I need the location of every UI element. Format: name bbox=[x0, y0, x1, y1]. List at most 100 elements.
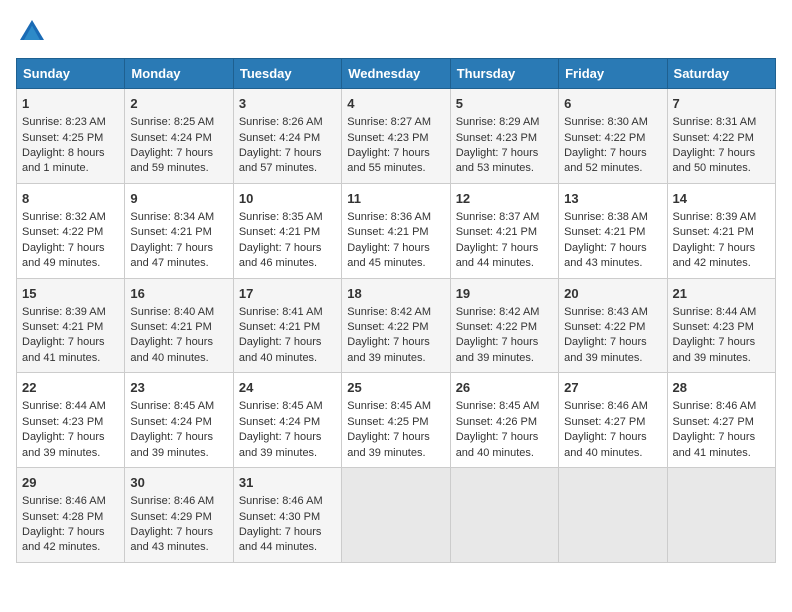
day-info-line: Sunrise: 8:45 AM bbox=[347, 399, 444, 414]
calendar-cell: 17Sunrise: 8:41 AMSunset: 4:21 PMDayligh… bbox=[233, 278, 341, 373]
day-info-line: Daylight: 7 hours bbox=[130, 525, 227, 540]
calendar-cell: 19Sunrise: 8:42 AMSunset: 4:22 PMDayligh… bbox=[450, 278, 558, 373]
day-info-line: Sunrise: 8:42 AM bbox=[347, 305, 444, 320]
calendar-cell: 2Sunrise: 8:25 AMSunset: 4:24 PMDaylight… bbox=[125, 89, 233, 184]
day-number: 10 bbox=[239, 190, 336, 208]
day-number: 3 bbox=[239, 95, 336, 113]
day-info-line: Daylight: 7 hours bbox=[130, 430, 227, 445]
day-info-line: Sunset: 4:24 PM bbox=[130, 131, 227, 146]
day-info-line: Sunset: 4:30 PM bbox=[239, 510, 336, 525]
day-info-line: Sunrise: 8:46 AM bbox=[673, 399, 770, 414]
day-info-line: Sunset: 4:23 PM bbox=[456, 131, 553, 146]
day-info-line: Sunset: 4:21 PM bbox=[456, 225, 553, 240]
calendar-week-4: 22Sunrise: 8:44 AMSunset: 4:23 PMDayligh… bbox=[17, 373, 776, 468]
day-info-line: Sunset: 4:25 PM bbox=[22, 131, 119, 146]
day-info-line: Sunrise: 8:42 AM bbox=[456, 305, 553, 320]
day-info-line: Daylight: 7 hours bbox=[347, 335, 444, 350]
day-info-line: Sunrise: 8:34 AM bbox=[130, 210, 227, 225]
day-info-line: Sunrise: 8:26 AM bbox=[239, 115, 336, 130]
calendar-cell: 3Sunrise: 8:26 AMSunset: 4:24 PMDaylight… bbox=[233, 89, 341, 184]
day-info-line: and 47 minutes. bbox=[130, 256, 227, 271]
day-info-line: and 1 minute. bbox=[22, 161, 119, 176]
day-info-line: Sunset: 4:23 PM bbox=[673, 320, 770, 335]
calendar-cell: 16Sunrise: 8:40 AMSunset: 4:21 PMDayligh… bbox=[125, 278, 233, 373]
day-number: 9 bbox=[130, 190, 227, 208]
logo-icon bbox=[16, 16, 48, 48]
weekday-saturday: Saturday bbox=[667, 59, 775, 89]
day-info-line: Sunrise: 8:36 AM bbox=[347, 210, 444, 225]
weekday-friday: Friday bbox=[559, 59, 667, 89]
day-number: 28 bbox=[673, 379, 770, 397]
day-info-line: Daylight: 7 hours bbox=[347, 241, 444, 256]
calendar-cell: 4Sunrise: 8:27 AMSunset: 4:23 PMDaylight… bbox=[342, 89, 450, 184]
day-info-line: Sunrise: 8:46 AM bbox=[239, 494, 336, 509]
day-number: 21 bbox=[673, 285, 770, 303]
day-number: 8 bbox=[22, 190, 119, 208]
day-info-line: Daylight: 7 hours bbox=[22, 335, 119, 350]
day-info-line: and 39 minutes. bbox=[456, 351, 553, 366]
calendar-week-2: 8Sunrise: 8:32 AMSunset: 4:22 PMDaylight… bbox=[17, 183, 776, 278]
weekday-sunday: Sunday bbox=[17, 59, 125, 89]
day-info-line: and 53 minutes. bbox=[456, 161, 553, 176]
day-info-line: and 40 minutes. bbox=[564, 446, 661, 461]
day-info-line: and 45 minutes. bbox=[347, 256, 444, 271]
calendar-cell: 30Sunrise: 8:46 AMSunset: 4:29 PMDayligh… bbox=[125, 468, 233, 563]
day-info-line: and 43 minutes. bbox=[564, 256, 661, 271]
day-info-line: Daylight: 7 hours bbox=[456, 146, 553, 161]
day-info-line: and 39 minutes. bbox=[673, 351, 770, 366]
day-info-line: Daylight: 7 hours bbox=[130, 241, 227, 256]
day-info-line: Sunrise: 8:25 AM bbox=[130, 115, 227, 130]
day-info-line: Daylight: 7 hours bbox=[239, 525, 336, 540]
day-info-line: Daylight: 7 hours bbox=[564, 146, 661, 161]
calendar-week-1: 1Sunrise: 8:23 AMSunset: 4:25 PMDaylight… bbox=[17, 89, 776, 184]
day-info-line: Sunset: 4:21 PM bbox=[130, 225, 227, 240]
day-number: 13 bbox=[564, 190, 661, 208]
day-info-line: Sunset: 4:27 PM bbox=[673, 415, 770, 430]
calendar-cell: 10Sunrise: 8:35 AMSunset: 4:21 PMDayligh… bbox=[233, 183, 341, 278]
calendar-cell bbox=[450, 468, 558, 563]
day-info-line: Sunrise: 8:39 AM bbox=[22, 305, 119, 320]
day-info-line: and 39 minutes. bbox=[347, 446, 444, 461]
calendar-cell: 23Sunrise: 8:45 AMSunset: 4:24 PMDayligh… bbox=[125, 373, 233, 468]
day-info-line: Sunrise: 8:27 AM bbox=[347, 115, 444, 130]
day-info-line: and 40 minutes. bbox=[239, 351, 336, 366]
calendar-cell: 11Sunrise: 8:36 AMSunset: 4:21 PMDayligh… bbox=[342, 183, 450, 278]
day-info-line: Sunrise: 8:43 AM bbox=[564, 305, 661, 320]
day-info-line: and 39 minutes. bbox=[22, 446, 119, 461]
day-number: 12 bbox=[456, 190, 553, 208]
weekday-thursday: Thursday bbox=[450, 59, 558, 89]
day-number: 4 bbox=[347, 95, 444, 113]
calendar-cell: 18Sunrise: 8:42 AMSunset: 4:22 PMDayligh… bbox=[342, 278, 450, 373]
day-info-line: Daylight: 7 hours bbox=[564, 335, 661, 350]
day-info-line: Sunrise: 8:46 AM bbox=[564, 399, 661, 414]
day-info-line: Sunset: 4:22 PM bbox=[564, 320, 661, 335]
calendar-cell: 28Sunrise: 8:46 AMSunset: 4:27 PMDayligh… bbox=[667, 373, 775, 468]
day-info-line: and 50 minutes. bbox=[673, 161, 770, 176]
calendar-cell: 22Sunrise: 8:44 AMSunset: 4:23 PMDayligh… bbox=[17, 373, 125, 468]
day-number: 5 bbox=[456, 95, 553, 113]
day-info-line: Sunrise: 8:29 AM bbox=[456, 115, 553, 130]
weekday-wednesday: Wednesday bbox=[342, 59, 450, 89]
day-number: 30 bbox=[130, 474, 227, 492]
calendar-header: SundayMondayTuesdayWednesdayThursdayFrid… bbox=[17, 59, 776, 89]
day-info-line: and 49 minutes. bbox=[22, 256, 119, 271]
day-info-line: Sunrise: 8:37 AM bbox=[456, 210, 553, 225]
day-info-line: Sunset: 4:21 PM bbox=[564, 225, 661, 240]
calendar-cell: 29Sunrise: 8:46 AMSunset: 4:28 PMDayligh… bbox=[17, 468, 125, 563]
calendar-cell bbox=[667, 468, 775, 563]
calendar-cell: 20Sunrise: 8:43 AMSunset: 4:22 PMDayligh… bbox=[559, 278, 667, 373]
calendar-cell: 21Sunrise: 8:44 AMSunset: 4:23 PMDayligh… bbox=[667, 278, 775, 373]
calendar-week-5: 29Sunrise: 8:46 AMSunset: 4:28 PMDayligh… bbox=[17, 468, 776, 563]
day-info-line: Sunset: 4:22 PM bbox=[22, 225, 119, 240]
day-info-line: Daylight: 7 hours bbox=[673, 146, 770, 161]
day-number: 2 bbox=[130, 95, 227, 113]
day-info-line: Daylight: 7 hours bbox=[456, 430, 553, 445]
day-info-line: Sunrise: 8:44 AM bbox=[673, 305, 770, 320]
day-info-line: Sunset: 4:22 PM bbox=[347, 320, 444, 335]
weekday-monday: Monday bbox=[125, 59, 233, 89]
day-info-line: Sunrise: 8:41 AM bbox=[239, 305, 336, 320]
day-info-line: and 44 minutes. bbox=[239, 540, 336, 555]
day-info-line: Sunrise: 8:30 AM bbox=[564, 115, 661, 130]
day-info-line: Daylight: 7 hours bbox=[22, 525, 119, 540]
calendar-cell: 24Sunrise: 8:45 AMSunset: 4:24 PMDayligh… bbox=[233, 373, 341, 468]
